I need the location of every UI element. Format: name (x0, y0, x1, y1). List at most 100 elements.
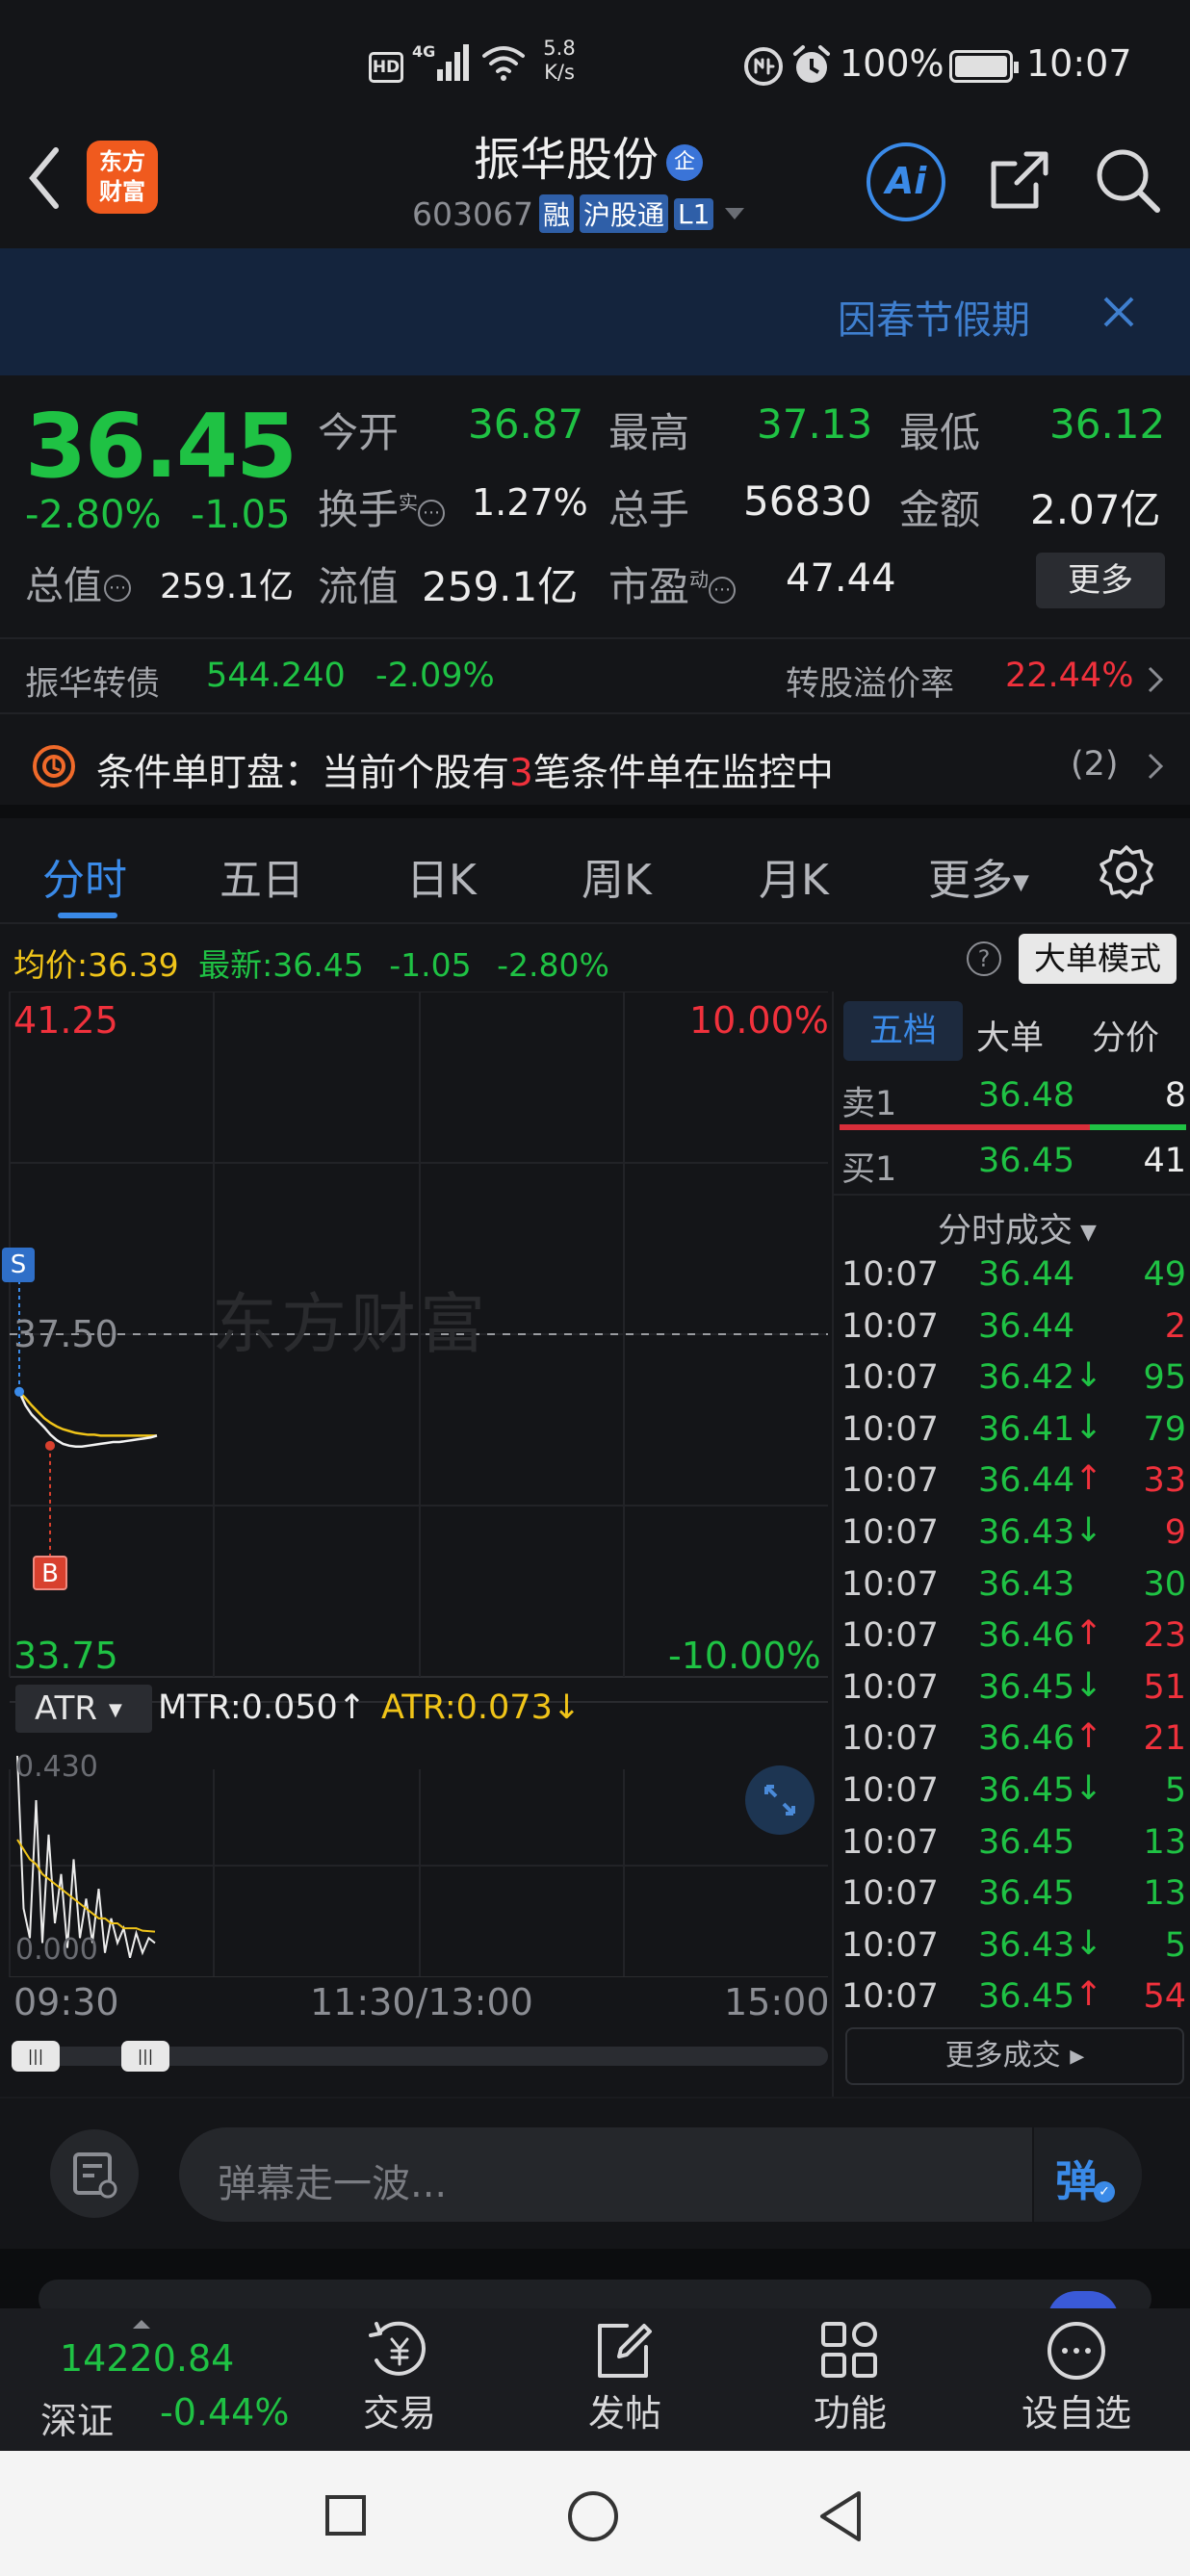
bottom-nav: 14220.84 深证 -0.44% 交易 发帖 功能 设自选 (0, 2308, 1190, 2451)
margin-tag: 融 (538, 194, 574, 233)
scroll-handle-left[interactable]: ||| (12, 2041, 60, 2072)
nav-post[interactable]: 发帖 (572, 2318, 678, 2443)
chevron-right-icon (1148, 666, 1164, 693)
last-price: 36.45 (25, 395, 298, 498)
back-nav-icon[interactable] (816, 2489, 865, 2543)
tick-row: 10:07 36.45 ↓ 5 (841, 1769, 1186, 1810)
connect-tag: 沪股通 (580, 194, 669, 233)
pct-max-label: 10.00% (689, 999, 829, 1042)
stock-name: 振华股份企 (474, 121, 704, 187)
premium-value: 22.44% (1005, 657, 1134, 695)
tab-more[interactable]: 更多▼ (928, 845, 1029, 907)
bond-row[interactable]: 振华转债 544.240 -2.09% 转股溢价率 22.44% (0, 637, 1190, 714)
recent-apps-button[interactable] (325, 2495, 366, 2536)
battery-percent: 100% (840, 42, 944, 85)
danmu-settings-icon (73, 2152, 117, 2199)
book-tab-price[interactable]: 分价 (1092, 1011, 1159, 1060)
nav-add-watchlist[interactable]: 设自选 (1011, 2318, 1142, 2443)
book-tab-big[interactable]: 大单 (976, 1011, 1044, 1060)
check-icon: ✓ (1094, 2181, 1115, 2202)
open-label: 今开 (318, 409, 400, 456)
tab-five-day[interactable]: 五日 (220, 845, 304, 907)
nav-trade[interactable]: 交易 (347, 2318, 453, 2443)
settings-icon[interactable] (1098, 843, 1155, 901)
info-icon: ⋯ (709, 576, 737, 604)
low-label: 最低 (899, 409, 981, 456)
help-icon[interactable]: ? (967, 941, 1001, 976)
close-icon[interactable] (1101, 295, 1136, 329)
danmu-input[interactable]: 弹幕走一波... 弹 ✓ (179, 2127, 1142, 2222)
mtr-value: MTR:0.050↑ (158, 1688, 367, 1727)
time-axis: 09:30 11:30/13:00 15:00 (13, 1981, 830, 2023)
bond-change: -2.09% (375, 657, 495, 695)
condition-order-row[interactable]: 条件单盯盘：当前个股有3笔条件单在监控中 (2) (0, 714, 1190, 818)
premium-label: 转股溢价率 (786, 665, 955, 704)
buy-point (45, 1440, 55, 1451)
atr-min-label: 0.000 (15, 1933, 98, 1967)
pe-label: 市盈动 ⋯ (608, 554, 737, 613)
scroll-handle-right[interactable]: ||| (121, 2041, 169, 2072)
danmu-bar: 弹幕走一波... 弹 ✓ (0, 2097, 1190, 2249)
danmu-send-button[interactable]: 弹 ✓ (1032, 2127, 1142, 2222)
search-icon[interactable] (1092, 144, 1163, 216)
sell-marker[interactable]: S (2, 1248, 35, 1282)
buy-marker[interactable]: B (33, 1556, 67, 1590)
pe-value: 47.44 (786, 556, 896, 601)
status-bar: HD 4G 5.8 K/s 100% 10:07 (0, 0, 1190, 209)
indicator-select[interactable]: ATR ▼ (15, 1685, 152, 1733)
time-scrollbar[interactable]: ||| ||| (12, 2041, 828, 2072)
tick-row: 10:07 36.44 2 (841, 1306, 1186, 1346)
volume-label: 总手 (608, 486, 690, 533)
tab-intraday[interactable]: 分时 (42, 845, 127, 907)
wifi-icon (482, 46, 525, 81)
more-button[interactable]: 更多 (1036, 553, 1165, 608)
index-widget[interactable]: 14220.84 深证 -0.44% (0, 2308, 318, 2451)
expand-icon (764, 1785, 795, 1816)
book-tab-five[interactable]: 五档 (843, 1001, 963, 1061)
price-mid-label: 37.50 (13, 1313, 118, 1355)
turnover-label: 换手实 ⋯ (318, 477, 446, 536)
danmu-settings-button[interactable] (50, 2129, 139, 2218)
price-max-label: 41.25 (13, 999, 118, 1042)
turnover-value: 1.27% (472, 481, 588, 524)
price-min-label: 33.75 (13, 1635, 118, 1677)
dropdown-icon (725, 208, 745, 219)
high-label: 最高 (608, 409, 690, 456)
ai-button[interactable]: Ai (867, 142, 945, 221)
tick-row: 10:07 36.43 ↓ 9 (841, 1511, 1186, 1552)
avg-price-line (18, 1390, 157, 1437)
info-icon: ⋯ (104, 575, 131, 602)
tick-row: 10:07 36.45 13 (841, 1822, 1186, 1862)
big-order-mode-button[interactable]: 大单模式 (1019, 934, 1177, 984)
back-icon[interactable] (25, 144, 64, 212)
low-value: 36.12 (1049, 400, 1166, 448)
high-value: 37.13 (757, 400, 873, 448)
stock-code-row[interactable]: 603067 融 沪股通 L1 (412, 193, 745, 235)
edit-icon (598, 2324, 652, 2378)
tab-monthly[interactable]: 月K (759, 845, 829, 907)
quote-panel: 36.45 -2.80% -1.05 今开 36.87 最高 37.13 最低 … (0, 375, 1190, 637)
share-icon[interactable] (984, 146, 1053, 216)
tick-row: 10:07 36.45 13 (841, 1874, 1186, 1914)
battery-icon (949, 50, 1019, 83)
tab-weekly[interactable]: 周K (582, 845, 652, 907)
nav-functions[interactable]: 功能 (797, 2318, 903, 2443)
hd-icon: HD (369, 52, 403, 83)
net-speed: 5.8 K/s (543, 37, 576, 84)
sell-1-row: 卖1 36.48 8 (841, 1076, 1186, 1123)
open-value: 36.87 (468, 400, 584, 448)
tab-daily[interactable]: 日K (406, 845, 477, 907)
app-logo[interactable]: 东方 财富 (87, 141, 158, 214)
tick-row: 10:07 36.43 ↓ 5 (841, 1923, 1186, 1965)
expand-button[interactable] (745, 1765, 815, 1835)
ticks-title[interactable]: 分时成交 ▼ (938, 1203, 1097, 1252)
mktcap-label: 总值 ⋯ (25, 554, 131, 610)
notice-banner[interactable]: 因春节假期 (0, 248, 1190, 375)
more-trades-button[interactable]: 更多成交 ▸ (845, 2027, 1184, 2085)
intraday-chart[interactable]: 41.25 10.00% 37.50 33.75 -10.00% 东方财富 S … (0, 992, 832, 1977)
tick-row: 10:07 36.44 ↑ 33 (841, 1459, 1186, 1501)
home-button[interactable] (568, 2491, 618, 2541)
period-tabs: 分时 五日 日K 周K 月K 更多▼ (0, 818, 1190, 924)
tick-row: 10:07 36.45 ↓ 51 (841, 1665, 1186, 1707)
buy-1-row: 买1 36.45 41 (841, 1142, 1186, 1189)
